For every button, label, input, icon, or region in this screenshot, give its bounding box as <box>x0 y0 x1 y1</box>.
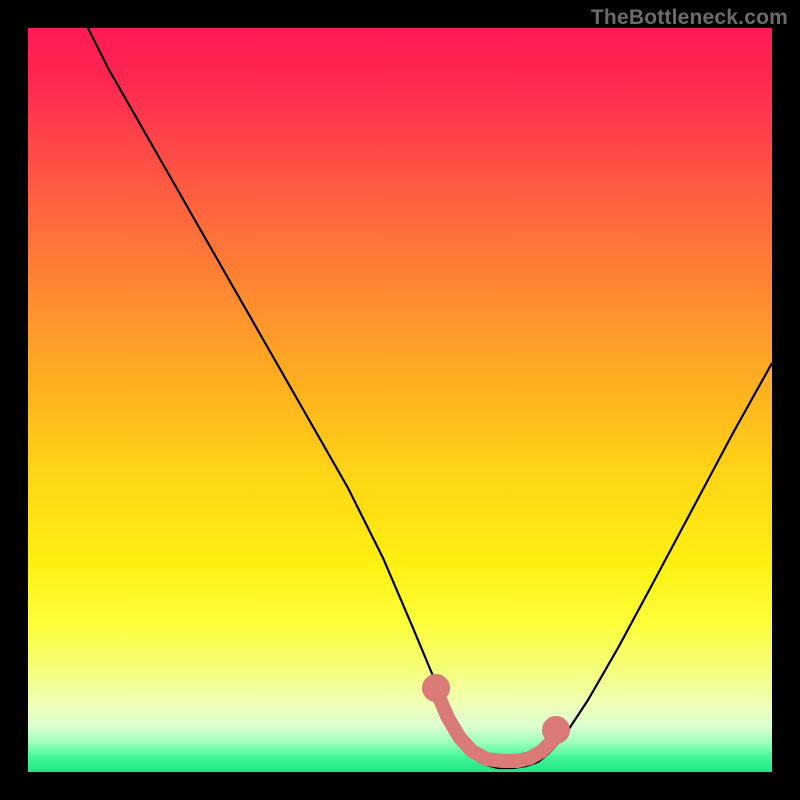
curve-layer <box>28 28 772 772</box>
highlight-band <box>429 681 563 761</box>
plot-area <box>28 28 772 772</box>
attribution-label: TheBottleneck.com <box>591 6 788 30</box>
bottleneck-curve <box>83 28 772 768</box>
